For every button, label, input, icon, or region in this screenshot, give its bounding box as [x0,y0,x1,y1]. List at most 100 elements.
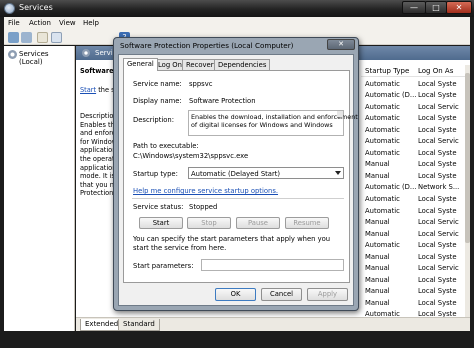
log-on-as-cell: Local Syste [418,79,457,88]
table-row[interactable]: Automatic Local Syste [361,124,465,136]
menu-help[interactable]: Help [83,19,99,27]
cancel-button[interactable]: Cancel [261,288,302,301]
startup-type-cell: Manual [365,287,390,296]
services-gear-icon [4,3,15,14]
startup-type-cell: Automatic (D... [365,91,417,100]
startup-type-cell: Manual [365,252,390,261]
table-row[interactable]: Automatic Local Servic [361,101,465,113]
log-on-as-cell: Local Syste [418,91,457,100]
log-on-as-cell: Local Syste [418,125,457,134]
startup-type-value: Automatic (Delayed Start) [191,170,281,178]
table-row[interactable]: Automatic Local Syste [361,205,465,217]
log-on-as-cell: Local Syste [418,287,457,296]
table-row[interactable]: Manual Local Syste [361,274,465,286]
log-on-as-cell: Local Servic [418,264,459,273]
startup-type-cell: Manual [365,229,390,238]
resume-button[interactable]: Resume [285,217,329,229]
table-row[interactable]: Manual Local Syste [361,170,465,182]
display-name-value: Software Protection [189,97,256,105]
startup-type-cell: Automatic [365,79,400,88]
table-row[interactable]: Automatic (D... Network S... [361,182,465,194]
start-service-link[interactable]: Start [80,86,96,94]
service-name-label: Service name: [133,80,182,88]
help-configure-link[interactable]: Help me configure service startup option… [133,187,278,195]
service-name-value: sppsvc [189,80,213,88]
title-bar: Services — □ ✕ [0,0,474,17]
scroll-up-icon[interactable] [337,111,343,117]
maximize-button[interactable]: □ [425,1,447,14]
minimize-button[interactable]: — [402,1,426,14]
description-line-2: of digital licenses for Windows and Wind… [191,121,333,129]
table-row[interactable]: Manual Local Syste [361,297,465,309]
tab-standard[interactable]: Standard [118,319,160,331]
dialog-title: Software Protection Properties (Local Co… [120,41,294,50]
close-button[interactable]: ✕ [446,1,472,14]
view-tabs: Extended Standard [76,317,470,331]
column-log-on-as[interactable]: Log On As [418,67,453,75]
tab-extended[interactable]: Extended [80,319,124,331]
table-row[interactable]: Automatic Local Syste [361,113,465,125]
description-field-label: Description: [133,116,175,124]
log-on-as-cell: Local Syste [418,148,457,157]
startup-type-cell: Automatic [365,114,400,123]
startup-type-cell: Manual [365,298,390,307]
log-on-as-cell: Local Syste [418,160,457,169]
table-row[interactable]: Automatic Local Syste [361,193,465,205]
scrollbar-thumb[interactable] [465,73,470,243]
tab-dependencies[interactable]: Dependencies [214,59,271,70]
menu-action[interactable]: Action [29,19,51,27]
startup-type-cell: Automatic [365,125,400,134]
startup-type-cell: Manual [365,264,390,273]
status-bar [0,331,474,348]
dialog-title-bar[interactable]: Software Protection Properties (Local Co… [114,38,358,54]
pause-button[interactable]: Pause [236,217,280,229]
chevron-down-icon[interactable] [335,171,341,175]
dialog-close-button[interactable]: ✕ [327,39,355,50]
column-header: Startup Type Log On As [361,65,470,77]
menu-view[interactable]: View [59,19,76,27]
tree-item-services-local[interactable]: Services (Local) [19,50,74,66]
menu-file[interactable]: File [8,19,20,27]
startup-type-cell: Automatic [365,206,400,215]
startup-type-cell: Automatic [365,137,400,146]
start-parameters-input[interactable] [201,259,344,271]
services-gear-icon [82,49,90,57]
table-row[interactable]: Automatic Local Syste [361,240,465,252]
menu-bar: File Action View Help [4,17,470,30]
table-row[interactable]: Manual Local Servic [361,217,465,229]
table-row[interactable]: Manual Local Servic [361,263,465,275]
stop-button[interactable]: Stop [187,217,231,229]
apply-button[interactable]: Apply [307,288,348,301]
ok-button[interactable]: OK [215,288,256,301]
tab-general[interactable]: General [123,58,158,71]
table-row[interactable]: Automatic Local Syste [361,78,465,90]
table-row[interactable]: Automatic (D... Local Syste [361,90,465,102]
properties-dialog: Software Protection Properties (Local Co… [113,37,359,311]
description-textbox-text: Enables the download, installation and e… [191,113,358,129]
table-row[interactable]: Manual Local Syste [361,251,465,263]
startup-type-cell: Manual [365,218,390,227]
startup-type-cell: Automatic [365,194,400,203]
startup-type-cell: Manual [365,275,390,284]
general-tab-panel: Service name: sppsvc Display name: Softw… [123,70,358,283]
table-row[interactable]: Manual Local Servic [361,228,465,240]
forward-arrow-icon[interactable] [21,32,32,43]
startup-type-cell: Manual [365,160,390,169]
back-arrow-icon[interactable] [8,32,19,43]
path-value: C:\Windows\system32\sppsvc.exe [133,152,249,160]
vertical-scrollbar[interactable] [465,65,470,317]
table-row[interactable]: Automatic Local Syste [361,147,465,159]
table-row[interactable]: Manual Local Syste [361,286,465,298]
start-parameters-label: Start parameters: [133,262,194,270]
window-title: Services [19,3,53,12]
start-button[interactable]: Start [139,217,183,229]
table-row[interactable]: Automatic Local Servic [361,136,465,148]
description-textbox[interactable]: Enables the download, installation and e… [188,110,358,136]
show-console-tree-icon[interactable] [37,32,48,43]
description-line-1: Enables the download, installation and e… [191,113,358,121]
display-name-label: Display name: [133,97,182,105]
table-row[interactable]: Manual Local Syste [361,159,465,171]
startup-type-select[interactable]: Automatic (Delayed Start) [188,167,344,179]
column-startup-type[interactable]: Startup Type [365,67,409,75]
properties-grid-icon[interactable] [51,32,62,43]
